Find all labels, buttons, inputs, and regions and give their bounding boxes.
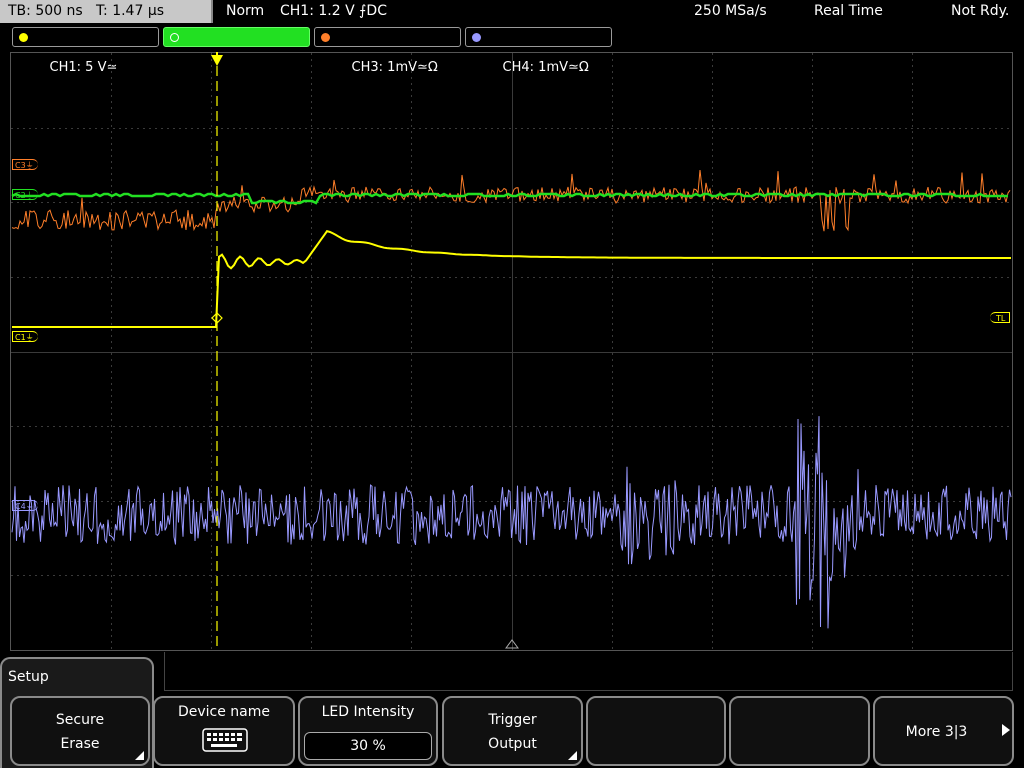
softkey-label: LED Intensity	[321, 704, 415, 720]
trigger-position-icon	[211, 55, 223, 66]
softkey-label: More 3|3	[905, 724, 968, 740]
trigger-level-marker[interactable]: TL	[990, 312, 1011, 323]
submenu-corner-icon	[135, 751, 144, 760]
oscilloscope-screen: TB: 500 ns T: 1.47 µs Norm CH1: 1.2 V ⨍D…	[0, 0, 1024, 768]
channel-3-ground-marker[interactable]: C3⏚	[12, 159, 38, 170]
softkey-label-line2: Erase	[60, 736, 100, 752]
channel-2-ground-marker[interactable]: C2⏚	[12, 189, 38, 200]
keyboard-icon	[202, 728, 248, 752]
info-strip	[164, 652, 1013, 691]
trigger-output-softkey[interactable]: Trigger Output	[442, 696, 583, 766]
softkey-label-line1: Trigger	[488, 712, 537, 728]
softkey-label: Device name	[177, 704, 271, 720]
secure-erase-softkey[interactable]: Secure Erase	[10, 696, 150, 766]
channel-3-trace	[11, 170, 1011, 232]
empty-softkey-2[interactable]	[729, 696, 870, 766]
empty-softkey-1[interactable]	[586, 696, 726, 766]
channel-1-trace	[12, 230, 1011, 328]
next-page-arrow-icon	[1002, 724, 1010, 736]
channel-4-ground-marker[interactable]: C4⏚	[12, 500, 38, 511]
softkey-label-line1: Secure	[55, 712, 105, 728]
submenu-corner-icon	[568, 751, 577, 760]
softkey-label-line2: Output	[488, 736, 537, 752]
led-intensity-softkey[interactable]: LED Intensity 30 %	[298, 696, 438, 766]
led-intensity-value[interactable]: 30 %	[304, 732, 432, 760]
device-name-softkey[interactable]: Device name	[153, 696, 295, 766]
more-softkey[interactable]: More 3|3	[873, 696, 1014, 766]
channel-4-trace	[11, 416, 1012, 629]
horizontal-center-icon	[505, 639, 519, 649]
channel-1-ground-marker[interactable]: C1⏚	[12, 331, 38, 342]
menu-title: Setup	[8, 669, 49, 685]
